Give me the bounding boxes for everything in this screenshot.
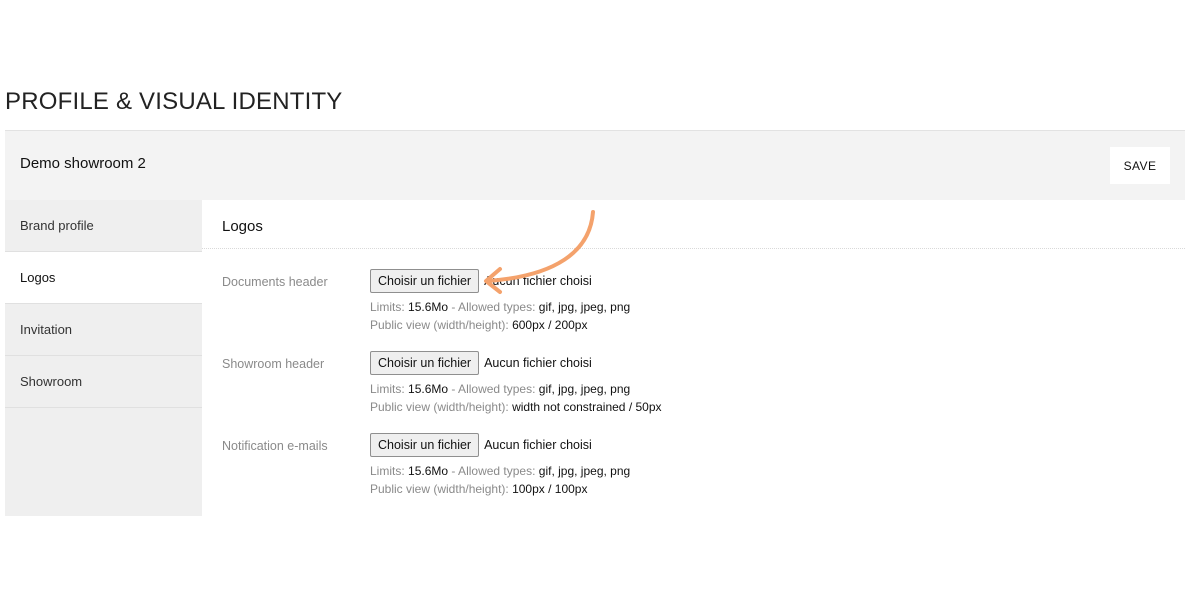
- field-label: Notification e-mails: [222, 439, 328, 453]
- types-value: gif, jpg, jpeg, png: [538, 300, 631, 314]
- types-label: - Allowed types:: [451, 300, 536, 314]
- showroom-name: Demo showroom 2: [20, 155, 146, 172]
- view-hint: Public view (width/height): 600px / 200p…: [370, 318, 587, 332]
- view-hint: Public view (width/height): 100px / 100p…: [370, 482, 587, 496]
- field-label: Showroom header: [222, 357, 325, 371]
- panel-header: Demo showroom 2 SAVE: [5, 130, 1185, 201]
- limits-label: Limits:: [370, 464, 405, 478]
- view-value: width not constrained / 50px: [512, 400, 662, 414]
- limits-value: 15.6Mo: [408, 382, 449, 396]
- choose-file-button[interactable]: Choisir un fichier: [370, 269, 480, 293]
- types-value: gif, jpg, jpeg, png: [538, 464, 631, 478]
- sidebar-item-invitation[interactable]: Invitation: [5, 304, 202, 356]
- section-divider: [202, 248, 1185, 249]
- logos-section: Logos Documents header Choisir un fichie…: [202, 200, 1185, 516]
- limits-value: 15.6Mo: [408, 300, 449, 314]
- file-status: Aucun fichier choisi: [484, 438, 592, 452]
- choose-file-button[interactable]: Choisir un fichier: [370, 351, 480, 375]
- file-status: Aucun fichier choisi: [484, 356, 592, 370]
- sidebar-item-brand-profile[interactable]: Brand profile: [5, 200, 202, 252]
- limits-hint: Limits: 15.6Mo - Allowed types: gif, jpg…: [370, 382, 630, 396]
- limits-hint: Limits: 15.6Mo - Allowed types: gif, jpg…: [370, 300, 630, 314]
- limits-label: Limits:: [370, 382, 405, 396]
- section-title: Logos: [222, 218, 263, 235]
- view-label: Public view (width/height):: [370, 400, 509, 414]
- settings-panel: Demo showroom 2 SAVE Brand profile Logos…: [5, 130, 1185, 516]
- sidebar-item-logos[interactable]: Logos: [5, 252, 202, 304]
- save-button[interactable]: SAVE: [1110, 147, 1170, 184]
- file-status: Aucun fichier choisi: [484, 274, 592, 288]
- limits-label: Limits:: [370, 300, 405, 314]
- limits-value: 15.6Mo: [408, 464, 449, 478]
- page-title: PROFILE & VISUAL IDENTITY: [5, 88, 343, 115]
- sidebar: Brand profile Logos Invitation Showroom: [5, 200, 202, 516]
- view-label: Public view (width/height):: [370, 482, 509, 496]
- view-value: 600px / 200px: [512, 318, 588, 332]
- types-label: - Allowed types:: [451, 382, 536, 396]
- file-input-showroom-header: Choisir un fichier Aucun fichier choisi: [370, 351, 592, 375]
- page: PROFILE & VISUAL IDENTITY Demo showroom …: [0, 0, 1200, 600]
- types-label: - Allowed types:: [451, 464, 536, 478]
- choose-file-button[interactable]: Choisir un fichier: [370, 433, 480, 457]
- types-value: gif, jpg, jpeg, png: [538, 382, 631, 396]
- view-label: Public view (width/height):: [370, 318, 509, 332]
- view-value: 100px / 100px: [512, 482, 588, 496]
- sidebar-item-showroom[interactable]: Showroom: [5, 356, 202, 408]
- file-input-notification-emails: Choisir un fichier Aucun fichier choisi: [370, 433, 592, 457]
- view-hint: Public view (width/height): width not co…: [370, 400, 662, 414]
- field-label: Documents header: [222, 275, 328, 289]
- limits-hint: Limits: 15.6Mo - Allowed types: gif, jpg…: [370, 464, 630, 478]
- file-input-documents-header: Choisir un fichier Aucun fichier choisi: [370, 269, 592, 293]
